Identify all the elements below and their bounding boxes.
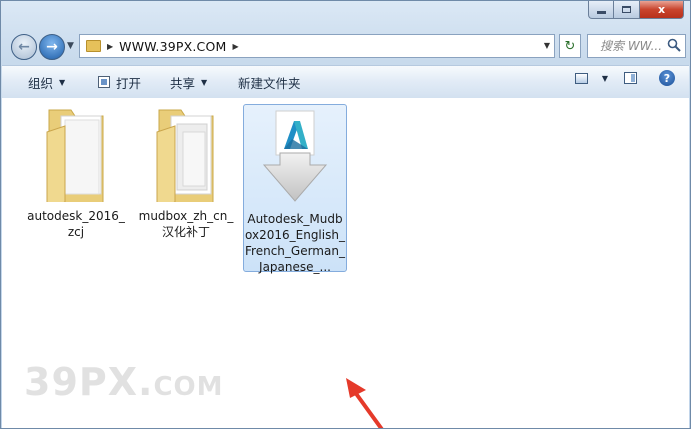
maximize-button[interactable]: [614, 1, 640, 19]
window-controls: x: [588, 1, 684, 21]
explorer-window: x ← → ▼ ▶ WWW.39PX.COM ▶ ▼ ↻ 组织 ▼ 打开: [0, 0, 691, 429]
watermark-suffix: COM: [153, 372, 224, 402]
minimize-button[interactable]: [588, 1, 614, 19]
search-icon[interactable]: [667, 38, 681, 52]
command-bar: 组织 ▼ 打开 共享 ▼ 新建文件夹 ▼ ?: [2, 65, 689, 99]
folder-icon: [86, 40, 101, 52]
navigation-bar: ← → ▼ ▶ WWW.39PX.COM ▶ ▼ ↻: [9, 31, 686, 63]
file-item-folder[interactable]: mudbox_zh_cn_汉化补丁: [134, 102, 238, 240]
organize-menu[interactable]: 组织 ▼: [24, 70, 69, 94]
minimize-icon: [596, 11, 606, 14]
open-icon: [98, 76, 110, 88]
installer-icon: [262, 110, 328, 202]
file-name: autodesk_2016_zcj: [27, 209, 125, 239]
chevron-down-icon: ▼: [201, 77, 208, 87]
organize-label: 组织: [28, 75, 54, 91]
file-list-pane[interactable]: autodesk_2016_zcj mudbox_zh_cn_汉化补丁 Auto…: [2, 98, 689, 428]
change-view-icon[interactable]: [574, 72, 588, 84]
address-bar[interactable]: ▶ WWW.39PX.COM ▶ ▼: [79, 34, 555, 58]
refresh-icon: ↻: [564, 38, 576, 54]
share-menu[interactable]: 共享 ▼: [166, 70, 211, 94]
new-folder-button[interactable]: 新建文件夹: [234, 70, 305, 94]
open-button[interactable]: 打开: [94, 70, 145, 94]
file-name: mudbox_zh_cn_汉化补丁: [138, 209, 234, 239]
close-button[interactable]: x: [640, 1, 684, 19]
open-label: 打开: [116, 75, 142, 91]
address-dropdown-icon[interactable]: ▼: [544, 41, 550, 50]
back-button[interactable]: ←: [11, 34, 37, 60]
annotation-arrow-icon: [346, 378, 384, 428]
share-label: 共享: [170, 75, 196, 91]
refresh-button[interactable]: ↻: [559, 34, 581, 58]
address-path[interactable]: WWW.39PX.COM: [119, 39, 226, 54]
view-controls: ▼ ?: [574, 70, 675, 86]
forward-button[interactable]: →: [39, 34, 65, 60]
folder-icon: [46, 109, 104, 209]
folder-icon: [156, 109, 214, 209]
arrow-left-icon: ←: [18, 39, 30, 55]
file-item-installer-selected[interactable]: Autodesk_Mudbox2016_English_French_Germa…: [243, 104, 347, 274]
breadcrumb-chevron-icon[interactable]: ▶: [233, 42, 239, 51]
watermark-main: 39PX.: [24, 360, 154, 404]
search-input[interactable]: [598, 38, 676, 54]
breadcrumb-chevron-icon[interactable]: ▶: [107, 42, 113, 51]
chevron-down-icon: ▼: [59, 77, 66, 87]
recent-pages-dropdown[interactable]: ▼: [67, 41, 74, 51]
arrow-right-icon: →: [46, 39, 58, 55]
close-icon: x: [657, 3, 666, 16]
preview-pane-icon[interactable]: [624, 72, 637, 84]
file-name: Autodesk_Mudbox2016_English_French_Germa…: [245, 212, 345, 274]
view-options-dropdown[interactable]: ▼: [602, 74, 608, 83]
watermark: 39PX.COM: [24, 360, 224, 404]
maximize-icon: [622, 6, 631, 13]
file-item-folder[interactable]: autodesk_2016_zcj: [24, 102, 128, 240]
new-folder-label: 新建文件夹: [238, 75, 301, 91]
search-box[interactable]: [587, 34, 686, 58]
help-icon[interactable]: ?: [659, 70, 675, 86]
